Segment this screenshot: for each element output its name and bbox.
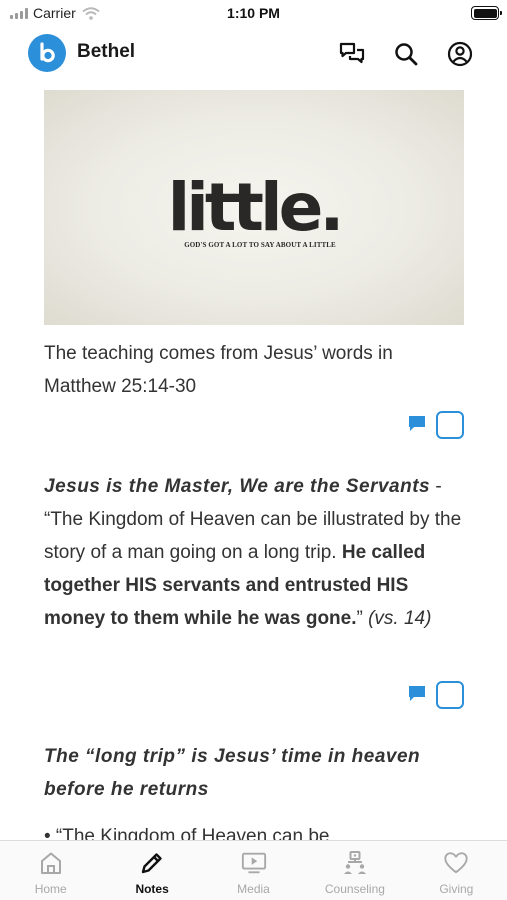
tab-label: Counseling [324, 882, 385, 896]
tab-label: Giving [439, 882, 474, 896]
verse-reference: (vs. 14) [368, 608, 432, 629]
status-time: 1:10 PM [227, 5, 280, 21]
pencil-icon [139, 850, 165, 876]
note-paragraph: • “The Kingdom of Heaven can be [44, 826, 330, 840]
logo-b-icon [40, 42, 55, 63]
tab-label: Media [237, 882, 270, 896]
notes-content[interactable]: little. GOD'S GOT A LOT TO SAY ABOUT A L… [0, 78, 507, 840]
home-icon [38, 850, 64, 876]
note-actions [404, 681, 466, 713]
media-icon [241, 850, 267, 876]
tab-counseling[interactable]: Counseling [304, 841, 405, 900]
tab-label: Notes [135, 882, 169, 896]
counseling-icon [342, 850, 368, 876]
comment-icon[interactable] [408, 415, 426, 433]
tab-bar: Home Notes Media Counseling Giving [0, 840, 507, 900]
tab-notes[interactable]: Notes [101, 841, 202, 900]
note-emphasis: Jesus is the Master, We are the Servants [44, 476, 431, 497]
heart-icon [443, 850, 469, 876]
app-header: Bethel [0, 28, 507, 78]
tab-media[interactable]: Media [203, 841, 304, 900]
note-checkbox[interactable] [436, 411, 464, 439]
status-bar: Carrier 1:10 PM [0, 0, 507, 28]
comment-icon[interactable] [408, 685, 426, 703]
note-checkbox[interactable] [436, 681, 464, 709]
tab-giving[interactable]: Giving [406, 841, 507, 900]
tab-label: Home [34, 882, 67, 896]
note-paragraph: The teaching comes from Jesus’ words in … [44, 343, 393, 397]
banner-title: little. [167, 168, 345, 246]
note-heading: The “long trip” is Jesus’ time in heaven… [44, 746, 421, 800]
app-title: Bethel [77, 41, 136, 62]
banner-subtitle: GOD'S GOT A LOT TO SAY ABOUT A LITTLE [184, 240, 336, 249]
battery-icon [471, 6, 502, 20]
chat-icon[interactable] [338, 40, 366, 68]
account-icon[interactable] [446, 40, 474, 68]
bethel-logo[interactable] [28, 34, 66, 72]
note-text: ” [356, 608, 369, 629]
search-icon[interactable] [392, 40, 420, 68]
note-actions [404, 411, 466, 443]
sermon-banner: little. GOD'S GOT A LOT TO SAY ABOUT A L… [44, 90, 464, 325]
note-paragraph: Jesus is the Master, We are the Servants… [44, 470, 464, 635]
tab-home[interactable]: Home [0, 841, 101, 900]
